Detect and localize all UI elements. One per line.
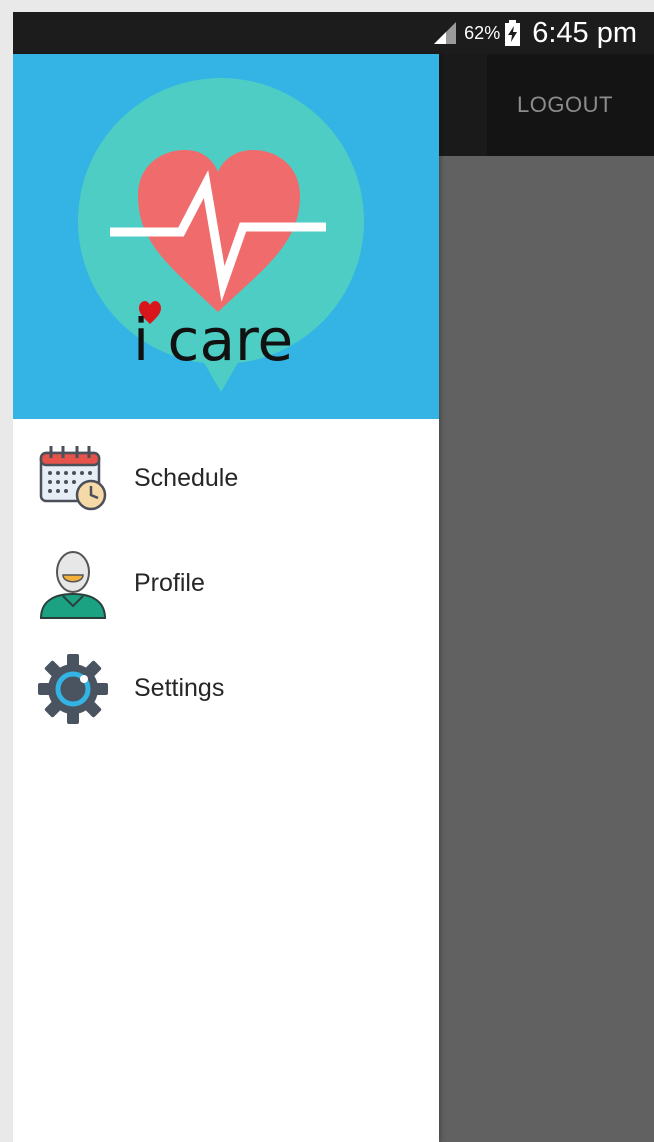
- status-time: 6:45 pm: [532, 16, 637, 49]
- menu-label-schedule: Schedule: [134, 464, 239, 492]
- drawer-menu: Schedule Profile Settings: [13, 426, 439, 741]
- signal-icon: [434, 22, 457, 44]
- battery-percent: 62%: [464, 22, 501, 43]
- navigation-drawer: i care Schedule Profile Settings: [13, 54, 439, 1142]
- menu-label-settings: Settings: [134, 674, 225, 702]
- menu-item-schedule[interactable]: Schedule: [13, 426, 439, 531]
- battery-charging-icon: [505, 20, 521, 46]
- status-bar: 62% 6:45 pm: [13, 12, 654, 54]
- device-screen: 62% 6:45 pm LOGOUT i care Schedule Profi…: [13, 12, 654, 1142]
- user-avatar-icon: [39, 550, 107, 619]
- logo-text: i care: [133, 306, 293, 374]
- drawer-header: i care: [13, 54, 439, 419]
- menu-item-profile[interactable]: Profile: [13, 531, 439, 636]
- logout-button[interactable]: LOGOUT: [517, 54, 613, 156]
- status-indicators: 62% 6:45 pm: [432, 12, 637, 54]
- menu-label-profile: Profile: [134, 569, 205, 597]
- icare-logo: i care: [78, 78, 364, 392]
- app-bar-divider: [439, 54, 487, 156]
- calendar-clock-icon: [39, 445, 107, 510]
- menu-item-settings[interactable]: Settings: [13, 636, 439, 741]
- gear-icon: [38, 653, 108, 724]
